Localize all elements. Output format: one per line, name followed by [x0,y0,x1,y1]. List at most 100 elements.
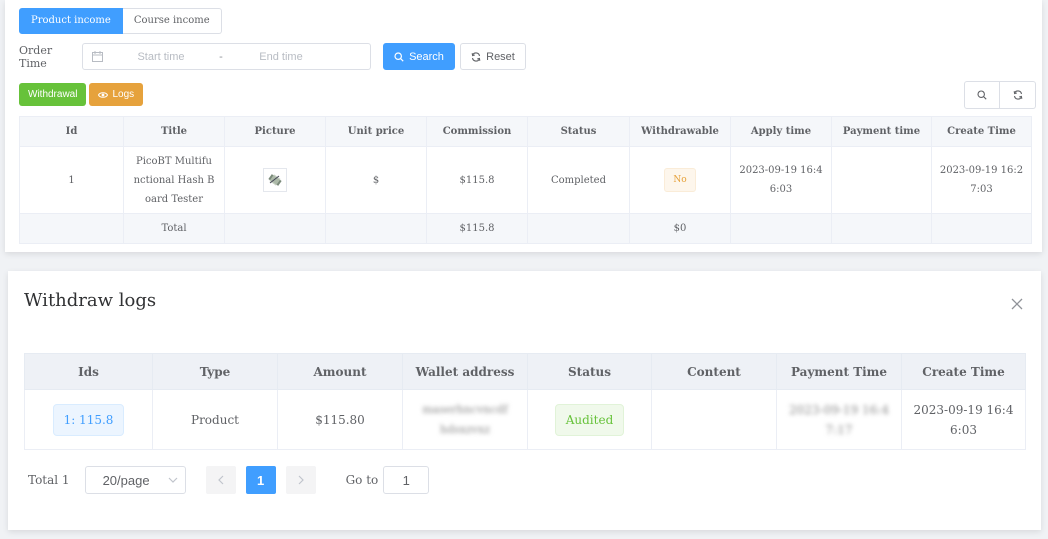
search-icon [394,51,404,62]
table-row[interactable]: 1: 115.8 Product $115.80 maserhncvncdfhd… [24,389,1026,450]
cell-total-label: Total [123,213,225,244]
wallet-address-text: maserhncvncdfhdsxzvxz [422,402,508,436]
cell-unit-price: $ [325,146,427,214]
cell-id: 1 [19,146,124,214]
cell-create-time: 2023-09-19 16:27:03 [931,146,1032,214]
withdrawal-button[interactable]: Withdrawal [19,83,87,106]
start-time-input[interactable]: Start time [111,51,211,63]
column-header[interactable]: Picture [224,116,326,147]
calendar-icon [83,51,111,62]
table-row[interactable]: 1 PicoBT Multifunctional Hash Board Test… [19,146,1032,214]
end-time-input[interactable]: End time [231,51,331,63]
column-header[interactable]: Title [123,116,225,147]
page-size-select[interactable]: 20/page [84,466,186,494]
search-button[interactable]: Search [383,43,455,70]
column-header[interactable]: Create Time [901,353,1026,390]
table-toolbar [964,81,1036,109]
column-header[interactable]: Content [651,353,777,390]
order-time-range-picker[interactable]: Start time - End time [82,43,371,70]
cell-title-text: PicoBT Multifunctional Hash Board Tester [133,155,215,205]
action-buttons: Withdrawal Logs [19,83,144,106]
product-thumbnail[interactable] [263,168,287,192]
withdrawable-tag: No [664,168,696,192]
cell-empty [527,213,630,244]
tab-product-income[interactable]: Product income [19,8,123,34]
goto-label: Go to [345,473,379,487]
tab-course-income[interactable]: Course income [122,8,222,34]
column-header[interactable]: Apply time [730,116,832,147]
column-header[interactable]: Type [152,353,278,390]
reset-button[interactable]: Reset [460,43,526,70]
column-header[interactable]: Unit price [325,116,427,147]
cell-type: Product [152,389,278,450]
toggle-search-button[interactable] [964,81,1000,109]
pagination: Total 1 20/page 1 Go to 1 [28,466,430,494]
column-header[interactable]: Payment Time [776,353,902,390]
total-row: Total $115.8 $0 [19,213,1032,244]
apply-time-text: 2023-09-19 16:46:03 [739,165,823,195]
dialog-title: Withdraw logs [24,290,157,311]
search-button-label: Search [409,50,444,63]
cell-empty [831,213,932,244]
cell-payment-time [831,146,932,214]
cell-empty [224,213,326,244]
create-time-text: 2023-09-19 16:46:03 [913,402,1014,437]
column-header[interactable]: Ids [24,353,153,390]
cell-empty [19,213,124,244]
cell-total-withdrawable: $0 [629,213,731,244]
search-form: Order Time Start time - End time Search … [19,43,526,70]
cell-title: PicoBT Multifunctional Hash Board Tester [123,146,225,214]
column-header[interactable]: Payment time [831,116,932,147]
withdraw-logs-dialog: Withdraw logs Ids Type Amount Wallet add… [8,271,1041,530]
page-number-current[interactable]: 1 [245,466,276,494]
close-icon[interactable] [1010,296,1024,310]
chevron-left-icon [217,475,223,485]
column-header[interactable]: Commission [426,116,528,147]
refresh-table-button[interactable] [1000,81,1036,109]
search-icon [977,90,987,100]
column-header[interactable]: Amount [277,353,403,390]
cell-status: Completed [527,146,630,214]
range-separator: - [219,50,223,63]
table-header-row: Ids Type Amount Wallet address Status Co… [24,353,1026,390]
cell-picture [224,146,326,214]
income-table: Id Title Picture Unit price Commission S… [19,116,1032,244]
goto-page-input[interactable]: 1 [383,466,430,494]
pagination-total: Total 1 [28,473,70,487]
cell-empty [325,213,427,244]
income-tabs: Product income Course income [19,8,222,34]
chevron-right-icon [298,475,304,485]
cell-apply-time: 2023-09-19 16:46:03 [730,146,832,214]
chevron-down-icon [168,477,177,483]
withdrawal-button-label: Withdrawal [28,89,78,100]
status-badge: Audited [554,403,625,436]
column-header[interactable]: Withdrawable [629,116,731,147]
cell-empty [931,213,1032,244]
cell-withdrawable: No [629,146,731,214]
column-header[interactable]: Status [527,116,630,147]
next-page-button[interactable] [285,466,316,494]
cell-commission: $115.8 [426,146,528,214]
income-panel: Product income Course income Order Time … [5,0,1042,252]
cell-ids: 1: 115.8 [24,389,153,450]
table-header-row: Id Title Picture Unit price Commission S… [19,116,1032,147]
refresh-icon [1013,90,1022,100]
cell-payment-time: 2023-09-19 16:47:17 [776,389,902,450]
cell-amount: $115.80 [277,389,403,450]
ids-tag[interactable]: 1: 115.8 [52,403,125,436]
logs-button[interactable]: Logs [89,83,144,106]
column-header[interactable]: Create Time [931,116,1032,147]
column-header[interactable]: Id [19,116,124,147]
product-image-icon [268,174,282,186]
payment-time-text: 2023-09-19 16:47:17 [789,402,889,437]
cell-empty [730,213,832,244]
withdraw-logs-table: Ids Type Amount Wallet address Status Co… [24,353,1026,450]
column-header[interactable]: Status [527,353,652,390]
cell-create-time: 2023-09-19 16:46:03 [901,389,1026,450]
column-header[interactable]: Wallet address [402,353,528,390]
reset-button-label: Reset [486,50,515,63]
order-time-label: Order Time [19,43,53,70]
cell-wallet: maserhncvncdfhdsxzvxz [402,389,528,450]
cell-status: Audited [527,389,652,450]
prev-page-button[interactable] [205,466,236,494]
